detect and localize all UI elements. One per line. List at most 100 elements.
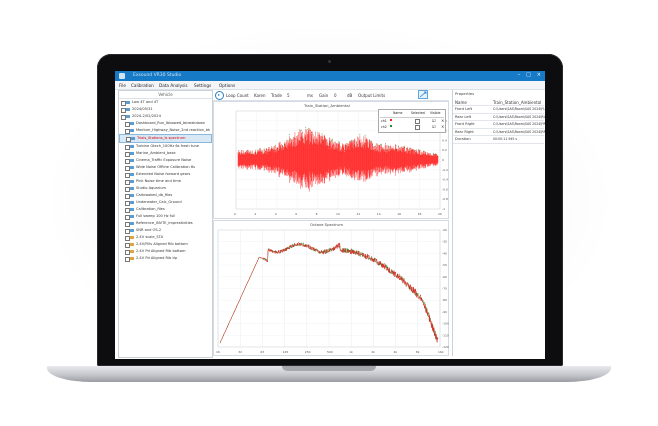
tree-item[interactable]: Marine_Ambient_base: [119, 150, 212, 157]
audio-file-icon: [126, 114, 130, 119]
tree-item-label: Carbrooked_db_files: [136, 193, 173, 197]
tree-item[interactable]: SNR and OS-2: [119, 227, 212, 234]
y-tick-label: -90: [442, 310, 447, 314]
property-key: Front Right: [455, 122, 475, 126]
tree-item[interactable]: Turbine Gtech_100Hz 6s fresh tune: [119, 143, 212, 150]
y-tick-label: 0: [442, 158, 444, 162]
x-tick-label: 250: [305, 350, 311, 354]
audio-file-icon: [131, 136, 135, 141]
audio-file-icon: [130, 172, 134, 177]
y-tick-label: 0.4: [442, 138, 447, 142]
ch2-remove-icon[interactable]: ×: [441, 124, 444, 129]
tree-item[interactable]: 2024-2/02/2024: [119, 113, 212, 120]
audio-file-icon: [130, 193, 134, 198]
y-tick-label: -0.8: [442, 197, 448, 201]
ch1-remove-icon[interactable]: ×: [441, 118, 444, 123]
audio-file-icon: [126, 100, 130, 105]
ch2-visible-checkbox[interactable]: ☑: [432, 124, 436, 129]
window-title: Exsound VR30 Studio: [133, 73, 182, 78]
property-value: C:\Users\SAS\Room\SAS 2024\RL.wav: [493, 114, 545, 119]
x-tick-label: 4k: [394, 350, 398, 354]
output-limits-label[interactable]: Output Limits: [358, 93, 385, 98]
tree-item[interactable]: Full sweep 100 Hz full: [119, 213, 212, 220]
tree-item[interactable]: Calibration_files: [119, 206, 212, 213]
spectrum-chart[interactable]: -20 -30 -40 -50 -60 -70 -80 -90 -100 -110 -120 16 32…: [214, 221, 450, 357]
tree-item[interactable]: Dashboard_Run_Ibbowed_bbreakdown: [119, 120, 212, 127]
y-tick-label: 0.2: [442, 148, 447, 152]
tree-item-label: Dashboard_Run_Ibbowed_bbreakdown: [136, 121, 206, 125]
tree-item[interactable]: Cinema_Traffic Exposure Noise: [119, 157, 212, 164]
spectrum-plot-panel: Octave Spectrum -20 -30 -40 -50 -60 -70 -80 -90…: [213, 220, 449, 356]
ch1-selected-checkbox[interactable]: [415, 119, 420, 124]
tree-item-label: Underwater_Calc_Ground: [136, 200, 182, 204]
menu-file[interactable]: File: [119, 83, 126, 88]
file-tree: Vehicle Low 4T and 4T 2024/05/31 2024-2/02…: [118, 90, 213, 358]
audio-file-icon: [130, 186, 134, 191]
audio-file-icon: [130, 165, 134, 170]
ch2-selected-checkbox[interactable]: [415, 125, 420, 130]
tree-item-label: Wide Noise Offline Calibration 6s: [136, 165, 196, 169]
x-tick-label: 32: [238, 350, 242, 354]
audio-file-icon: [130, 158, 134, 163]
audio-file-icon: [130, 144, 134, 149]
y-tick-label: -50: [442, 263, 447, 267]
property-key: Name: [455, 99, 467, 105]
tree-item[interactable]: Trials_Stations_Is spectrum: [119, 134, 212, 143]
audio-file-icon: [130, 214, 134, 219]
property-row[interactable]: Duration 00:00:11.945 s: [453, 136, 544, 144]
maximize-button[interactable]: □: [526, 72, 531, 78]
tree-item[interactable]: 2.4V scale_STA: [119, 234, 212, 241]
tree-item[interactable]: Reference_INVTE_imprestivities: [119, 220, 212, 227]
x-tick-label: 20: [438, 212, 442, 216]
ch2-color-swatch: [390, 125, 392, 127]
tree-item[interactable]: Wide Noise Offline Calibration 6s: [119, 164, 212, 171]
db-label: dB: [347, 92, 353, 98]
audio-file-icon: [130, 235, 134, 240]
property-value: C:\Users\SAS\Room\SAS 2024\FR.wav: [493, 122, 545, 126]
y-tick-label: -1: [442, 207, 445, 211]
app-icon: [119, 73, 125, 79]
tree-item[interactable]: Medium_Highway_Noise_2nd reaction_bk: [119, 127, 212, 134]
audio-file-icon: [130, 228, 134, 233]
tree-item-label: Studio Aquarium: [136, 186, 166, 190]
property-key: Front Left: [455, 107, 472, 111]
tree-item[interactable]: 2.4V Pd Aligned Rib bottom: [119, 248, 212, 255]
tree-item[interactable]: Studio Aquarium: [119, 185, 212, 192]
x-tick-label: 4: [275, 212, 277, 216]
properties-header: Properties: [455, 91, 475, 96]
tree-item[interactable]: Extended Noise forward gears: [119, 171, 212, 178]
tree-item[interactable]: Pink Noise time and time: [119, 178, 212, 185]
tree-item-label: 2024/05/31: [132, 107, 153, 111]
tree-item-label: Medium_Highway_Noise_2nd reaction_bk: [136, 128, 211, 132]
tree-item[interactable]: 2024/05/31: [119, 106, 212, 113]
minimize-button[interactable]: –: [518, 72, 521, 78]
play-icon[interactable]: [215, 91, 224, 100]
gain-value[interactable]: 0: [334, 93, 337, 98]
menu-data-analysis[interactable]: Data Analysis: [159, 83, 188, 88]
zoom-fit-button[interactable]: [418, 90, 428, 99]
x-tick-label: 8k: [416, 350, 420, 354]
legend-table: Name Selected Visible ch1 ch2 ☑ ☑ × ×: [378, 109, 446, 133]
close-button[interactable]: ×: [537, 72, 541, 78]
tree-item[interactable]: Carbrooked_db_files: [119, 192, 212, 199]
menu-settings[interactable]: Settings: [194, 83, 211, 88]
loop-count-value[interactable]: Karen: [254, 93, 266, 98]
tree-item[interactable]: 2.4V/Fills Aligned Rib bottom: [119, 241, 212, 248]
tree-item[interactable]: Underwater_Calc_Ground: [119, 199, 212, 206]
x-tick-label: 14: [377, 212, 381, 216]
tree-header: Vehicle: [119, 91, 212, 99]
trade-label: Trade: [271, 92, 282, 98]
tree-item[interactable]: 2.4V Pd Aligned Rib tip: [119, 255, 212, 262]
audio-file-icon: [130, 221, 134, 226]
x-tick-label: 18: [418, 212, 422, 216]
tree-item[interactable]: Low 4T and 4T: [119, 99, 212, 106]
ch1-visible-checkbox[interactable]: ☑: [432, 118, 436, 123]
trade-value[interactable]: 5: [287, 93, 290, 98]
audio-file-icon: [130, 128, 134, 133]
tree-item-label: Pink Noise time and time: [136, 179, 181, 183]
audio-file-icon: [130, 200, 134, 205]
menu-calibration[interactable]: Calibration: [131, 83, 154, 88]
tree-item-label: Turbine Gtech_100Hz 6s fresh tune: [136, 144, 200, 148]
menu-bar: File Calibration Data Analysis Settings …: [115, 81, 545, 90]
menu-options[interactable]: Options: [219, 83, 235, 88]
